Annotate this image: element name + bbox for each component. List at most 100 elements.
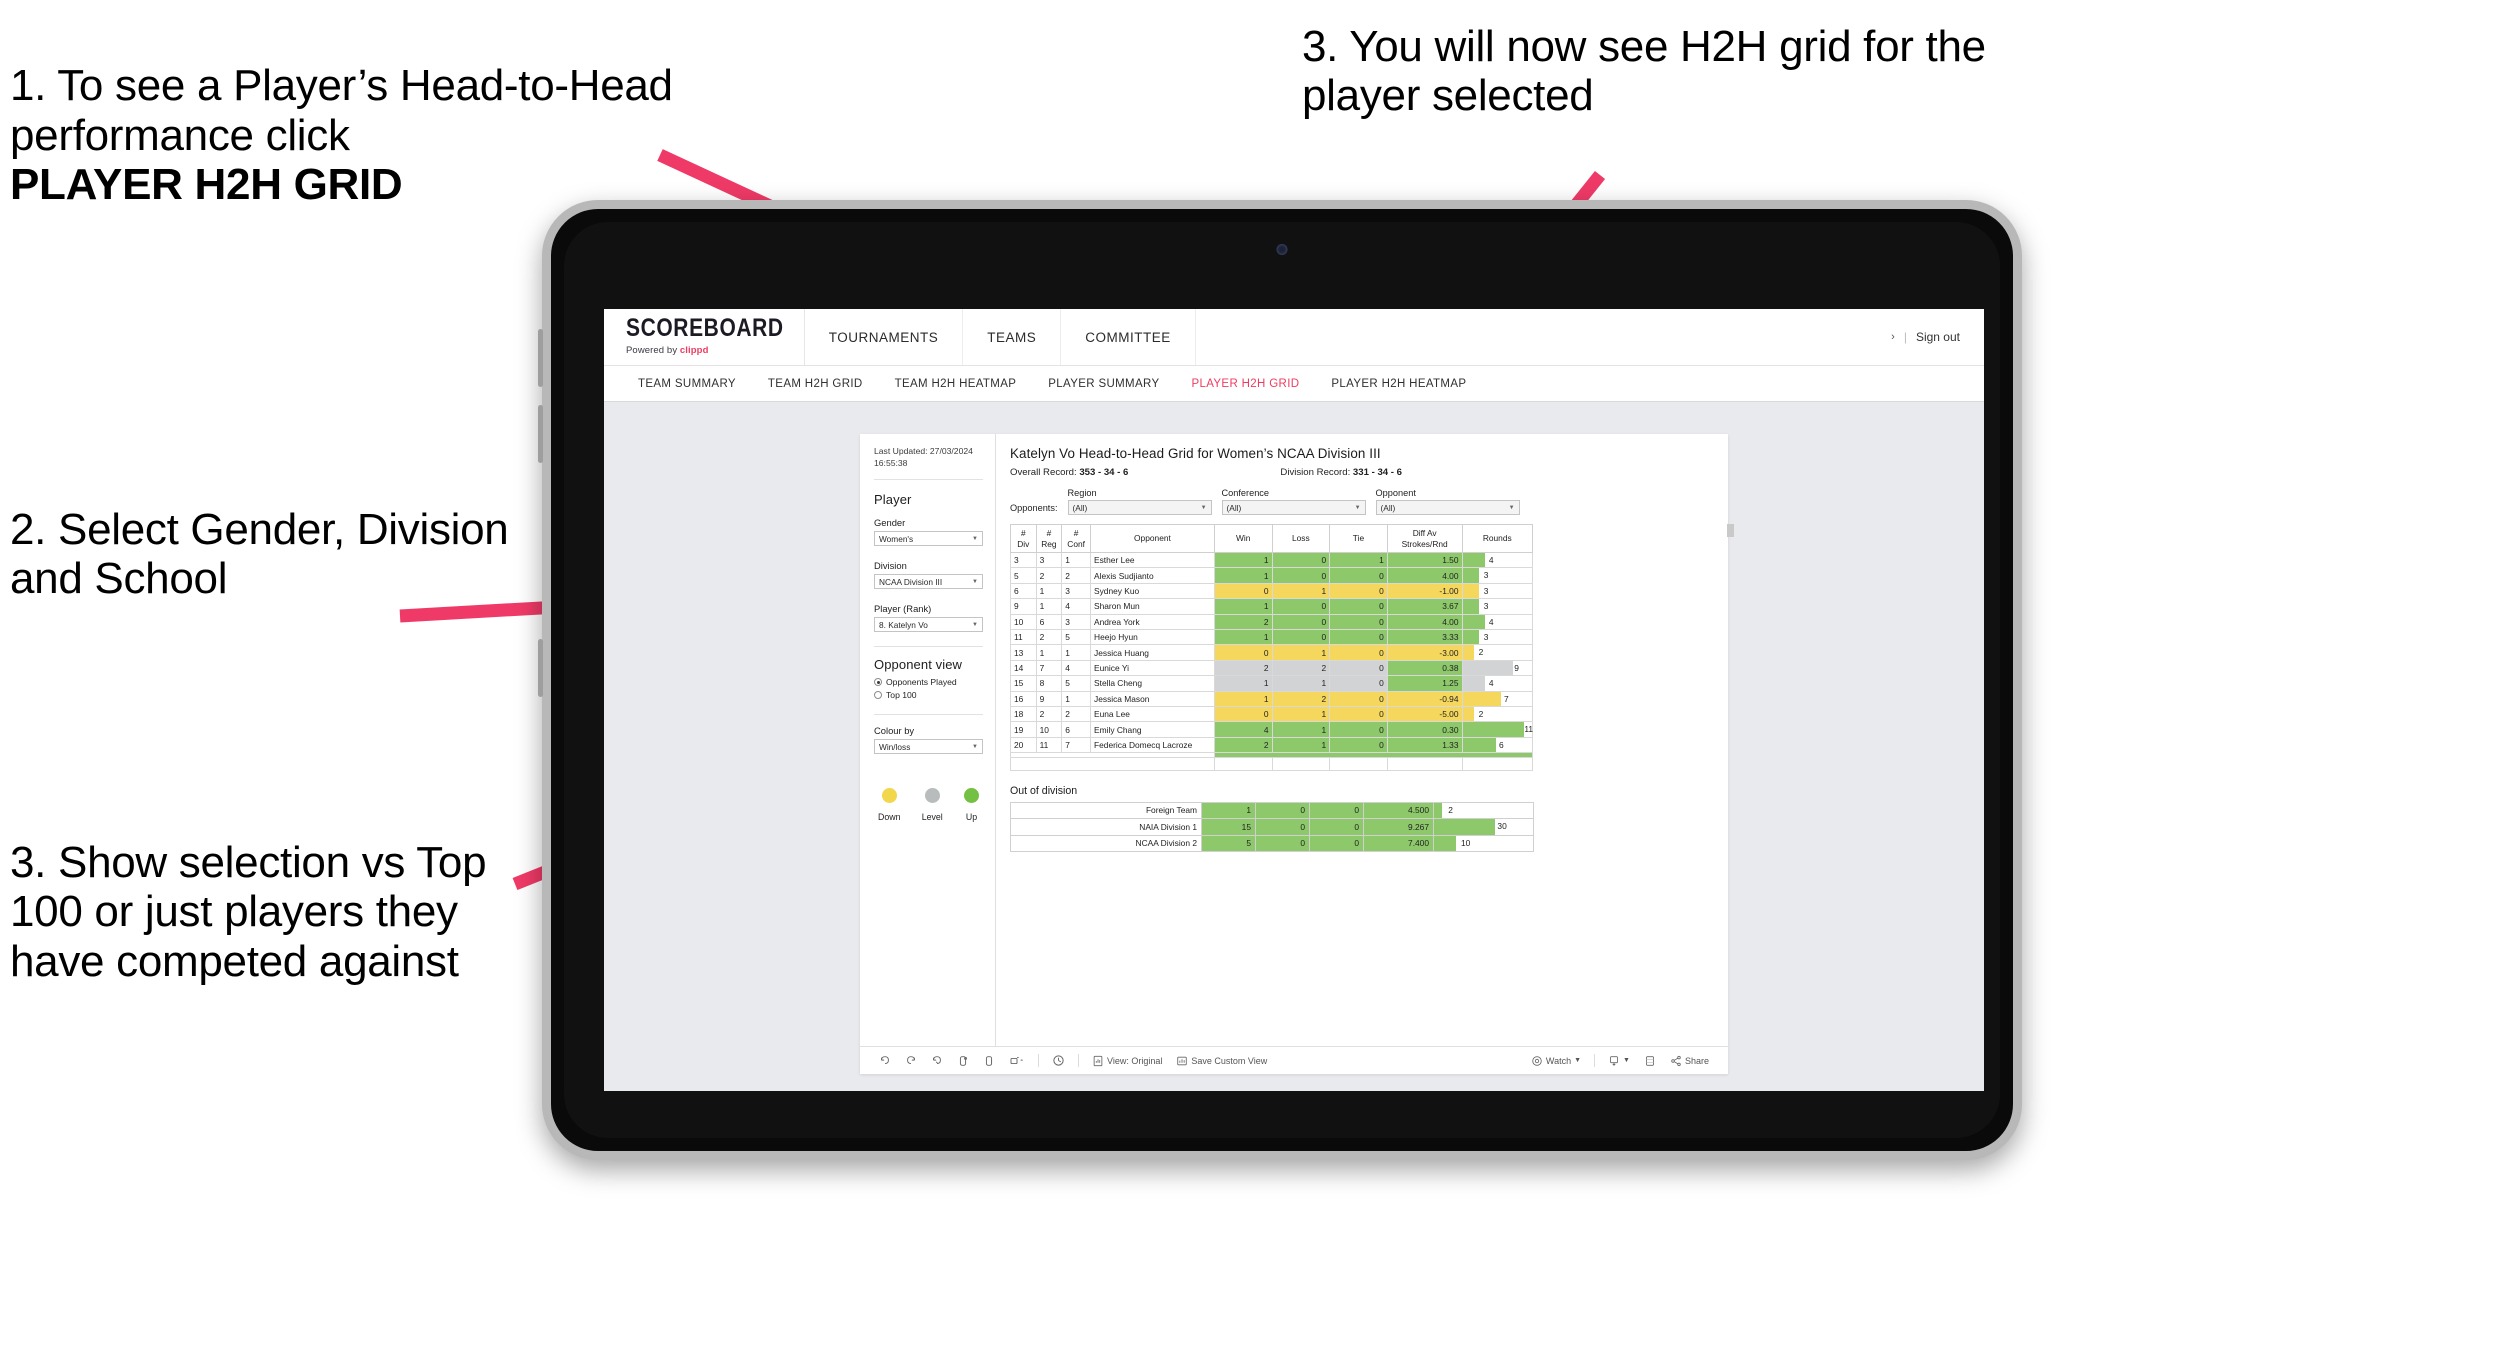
divider [1038, 1054, 1039, 1067]
h2h-table-wrapper: #Div #Reg #Conf Opponent Win Loss Tie [1010, 524, 1734, 771]
tab-player-summary[interactable]: PLAYER SUMMARY [1032, 366, 1175, 402]
table-row[interactable]: 11 2 5 Heejo Hyun 1 0 0 3.33 3 [1010, 629, 1533, 646]
division-select[interactable]: NCAA Division III ▼ [874, 574, 983, 590]
chevron-right-icon[interactable]: › [1891, 331, 1895, 343]
tablet-device-frame: SCOREBOARD Powered by clippd TOURNAMENTS… [538, 200, 2022, 1160]
col-div[interactable]: # Div [1010, 524, 1037, 553]
rounds-value: 3 [1483, 632, 1489, 643]
player-section-heading: Player [874, 492, 912, 508]
table-row[interactable]: NCAA Division 2 5 0 0 7.400 10 [1010, 834, 1534, 853]
pause-auto-update-button[interactable] [1045, 1054, 1072, 1067]
tab-team-summary[interactable]: TEAM SUMMARY [622, 366, 752, 402]
revert-button[interactable] [924, 1055, 950, 1067]
col-opponent[interactable]: Opponent [1090, 524, 1215, 553]
cell-opponent: Federica Domecq Lacroze [1090, 736, 1215, 754]
table-row[interactable]: Foreign Team 1 0 0 4.500 2 [1010, 801, 1534, 820]
nav-item-tournaments[interactable]: TOURNAMENTS [805, 309, 964, 365]
sign-out-link[interactable]: Sign out [1916, 330, 1960, 344]
col-rounds[interactable]: Rounds [1461, 524, 1533, 553]
cell-win: 2 [1213, 613, 1273, 631]
nav-item-committee[interactable]: COMMITTEE [1061, 309, 1196, 365]
colour-by-select[interactable]: Win/loss ▼ [874, 739, 983, 755]
rounds-value: 4 [1488, 555, 1494, 565]
cell-tie: 0 [1329, 675, 1388, 692]
col-tie[interactable]: Tie [1329, 524, 1388, 553]
rounds-value: 4 [1488, 678, 1494, 689]
cell-tie: 0 [1329, 721, 1388, 738]
rounds-bar [1462, 707, 1474, 722]
device-button-volume-down[interactable] [538, 405, 543, 463]
chevron-down-icon: ▼ [972, 578, 978, 585]
cell-win: 1 [1213, 629, 1273, 646]
table-row[interactable]: 3 3 1 Esther Lee 1 0 1 1.50 4 [1010, 551, 1533, 569]
cell-loss: 0 [1271, 613, 1331, 631]
table-row[interactable]: NAIA Division 1 15 0 0 9.267 30 [1010, 818, 1534, 836]
col-loss[interactable]: Loss [1271, 524, 1331, 553]
cell-tie: 0 [1309, 801, 1364, 820]
radio-top-100[interactable]: Top 100 [874, 690, 983, 700]
cell-rounds: 6 [1461, 736, 1533, 754]
col-diff[interactable]: Diff Av Strokes/Rnd [1386, 524, 1463, 553]
overall-record-value: 353 - 34 - 6 [1079, 467, 1129, 478]
nav-item-teams[interactable]: TEAMS [963, 309, 1062, 365]
fullscreen-button[interactable] [1637, 1055, 1663, 1067]
cell-div: 14 [1010, 659, 1037, 677]
table-row[interactable]: 19 10 6 Emily Chang 4 1 0 0.30 11 [1010, 721, 1533, 738]
share-button[interactable]: Share [1663, 1055, 1716, 1067]
radio-opponents-played[interactable]: Opponents Played [874, 677, 983, 687]
tab-player-h2h-grid[interactable]: PLAYER H2H GRID [1175, 366, 1315, 402]
redo-button[interactable] [898, 1055, 924, 1067]
cell-rounds: 3 [1461, 582, 1533, 600]
tab-team-h2h-heatmap[interactable]: TEAM H2H HEATMAP [879, 366, 1033, 402]
cell-tie: 1 [1329, 551, 1388, 569]
player-rank-select[interactable]: 8. Katelyn Vo ▼ [874, 617, 983, 633]
col-conf[interactable]: # Conf [1061, 524, 1092, 553]
save-custom-view-button[interactable]: Save Custom View [1169, 1055, 1274, 1067]
device-button-volume-up[interactable] [538, 329, 543, 387]
table-row[interactable]: 9 1 4 Sharon Mun 1 0 0 3.67 3 [1010, 598, 1533, 615]
watch-button[interactable]: Watch ▼ [1524, 1055, 1588, 1067]
view-original-button[interactable]: View: Original [1085, 1055, 1169, 1067]
table-row[interactable]: 15 8 5 Stella Cheng 1 1 0 1.25 4 [1010, 675, 1533, 692]
front-camera-icon [1276, 244, 1288, 255]
gender-field: Gender Women's ▼ [874, 517, 983, 547]
tab-team-h2h-grid[interactable]: TEAM H2H GRID [752, 366, 879, 402]
cell-tie: 0 [1309, 818, 1364, 836]
table-row[interactable]: 10 6 3 Andrea York 2 0 0 4.00 4 [1010, 613, 1533, 631]
divider [874, 646, 983, 648]
table-row[interactable]: 5 2 2 Alexis Sudjianto 1 0 0 4.00 3 [1010, 567, 1533, 584]
col-reg[interactable]: # Reg [1035, 524, 1063, 553]
pause-button[interactable] [976, 1055, 1002, 1067]
table-row[interactable]: 16 9 1 Jessica Mason 1 2 0 -0.94 7 [1010, 690, 1533, 708]
cell-diff: -0.94 [1386, 690, 1463, 708]
brand-logo[interactable]: SCOREBOARD Powered by clippd [604, 309, 805, 365]
cell-diff: 4.00 [1386, 613, 1463, 631]
table-row[interactable]: 13 1 1 Jessica Huang 0 1 0 -3.00 2 [1010, 644, 1533, 661]
download-button[interactable]: ▼ [1601, 1055, 1637, 1067]
conference-filter-select[interactable]: (All) ▼ [1221, 500, 1366, 515]
opponent-filters: Opponents: Region (All) ▼ Conference (Al… [1010, 488, 1712, 515]
table-row[interactable]: 20 11 7 Federica Domecq Lacroze 2 1 0 1.33 6 [1010, 736, 1533, 754]
device-button-power[interactable] [538, 639, 543, 697]
account-area: › | Sign out [1891, 330, 1984, 344]
region-filter: Region (All) ▼ [1067, 488, 1212, 515]
gender-select[interactable]: Women's ▼ [874, 531, 983, 547]
opponent-filter-select[interactable]: (All) ▼ [1375, 500, 1520, 515]
col-win[interactable]: Win [1213, 524, 1273, 553]
refresh-button[interactable] [950, 1055, 976, 1067]
table-scrollbar[interactable] [1727, 524, 1734, 674]
export-button[interactable] [1002, 1055, 1032, 1067]
table-row[interactable]: 14 7 4 Eunice Yi 2 2 0 0.38 9 [1010, 659, 1533, 677]
undo-button[interactable] [872, 1055, 898, 1067]
scrollbar-thumb[interactable] [1727, 524, 1734, 537]
cell-opponent: Heejo Hyun [1090, 629, 1215, 646]
chevron-down-icon: ▼ [972, 535, 978, 542]
sheet-body: Last Updated: 27/03/2024 16:55:38 Player… [860, 434, 1734, 1046]
player-rank-label: Player (Rank) [874, 603, 932, 615]
table-row[interactable]: 18 2 2 Euna Lee 0 1 0 -5.00 2 [1010, 706, 1533, 723]
table-row[interactable]: 6 1 3 Sydney Kuo 0 1 0 -1.00 3 [1010, 582, 1533, 600]
tab-player-h2h-heatmap[interactable]: PLAYER H2H HEATMAP [1315, 366, 1482, 402]
cell-conf: 2 [1061, 706, 1092, 723]
region-filter-select[interactable]: (All) ▼ [1067, 500, 1212, 515]
cell-diff: 0.38 [1386, 659, 1463, 677]
